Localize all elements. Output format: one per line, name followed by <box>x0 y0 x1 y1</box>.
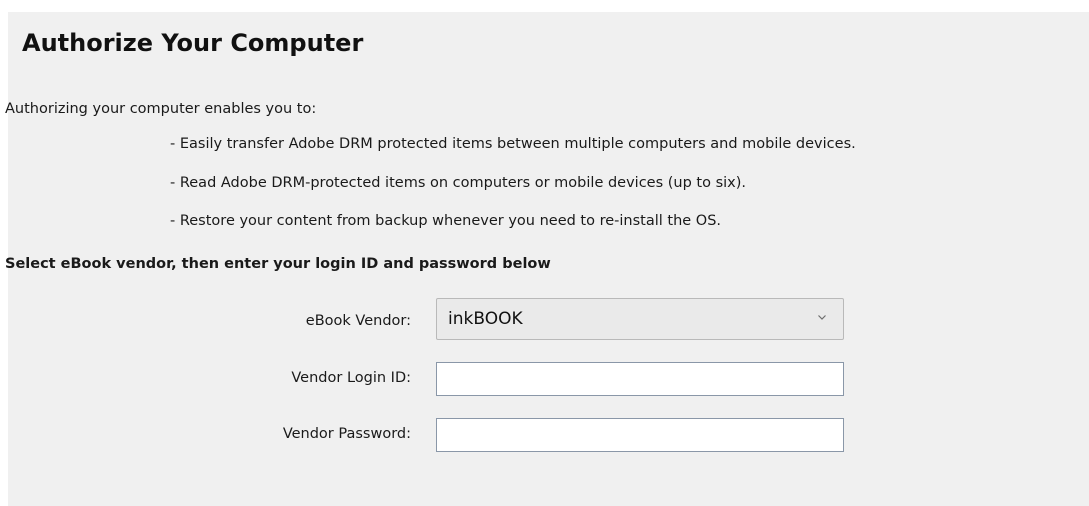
benefit-item: - Read Adobe DRM-protected items on comp… <box>170 175 747 191</box>
page-title: Authorize Your Computer <box>22 29 364 57</box>
password-label: Vendor Password: <box>282 426 411 442</box>
vendor-dropdown[interactable]: inkBOOK <box>436 298 844 340</box>
intro-text: Authorizing your computer enables you to… <box>5 101 317 117</box>
chevron-down-icon <box>818 315 826 320</box>
login-id-field[interactable] <box>436 362 844 396</box>
password-field[interactable] <box>436 418 844 452</box>
benefit-item: - Easily transfer Adobe DRM protected it… <box>170 136 856 152</box>
vendor-label: eBook Vendor: <box>305 313 411 329</box>
benefit-item: - Restore your content from backup whene… <box>170 213 722 229</box>
section-heading: Select eBook vendor, then enter your log… <box>5 256 551 272</box>
login-id-label: Vendor Login ID: <box>291 370 411 386</box>
vendor-selected-value: inkBOOK <box>448 309 523 329</box>
